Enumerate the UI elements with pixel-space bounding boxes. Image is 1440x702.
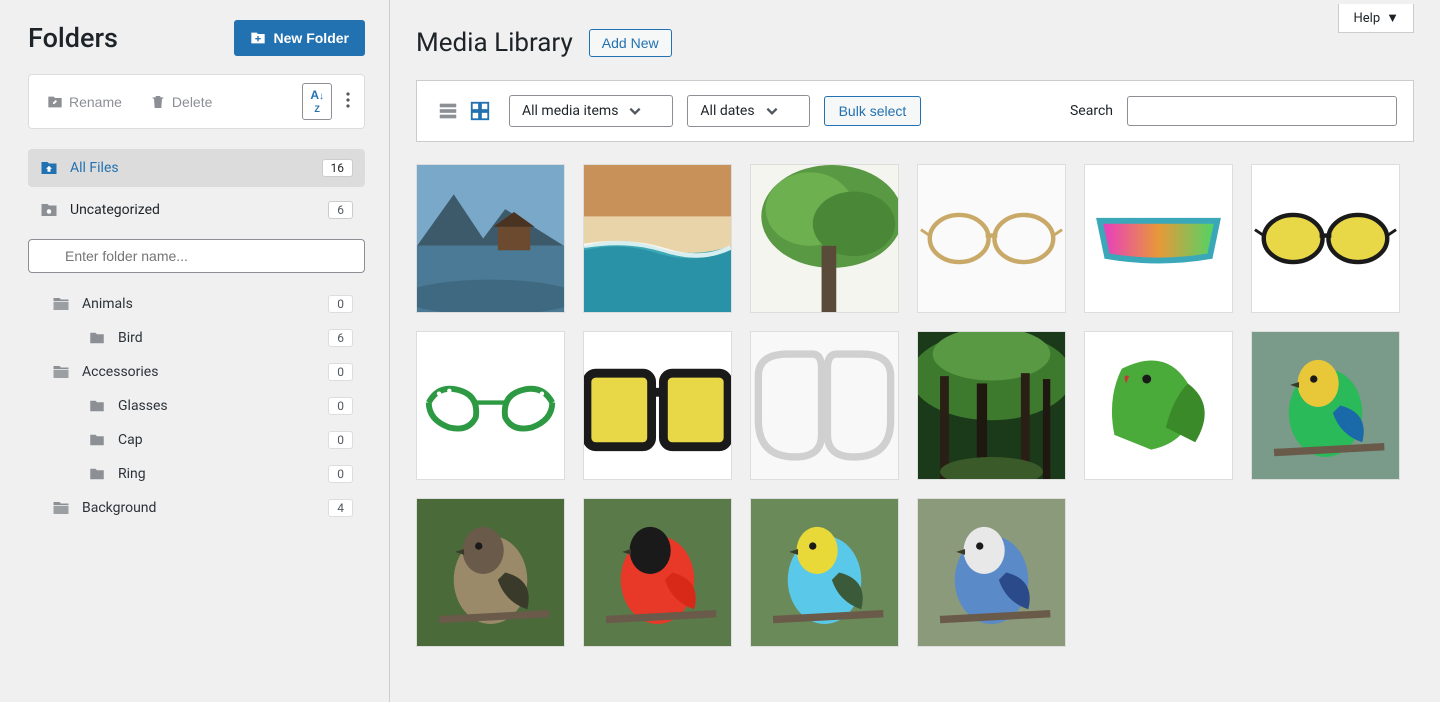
tree-count: 0 (328, 465, 353, 483)
tree-count: 0 (328, 363, 353, 381)
chevron-down-icon (628, 104, 642, 118)
media-item-lake-cabin[interactable] (416, 164, 565, 313)
help-tab[interactable]: Help ▼ (1338, 4, 1414, 33)
filter-bar: All media items All dates Bulk select Se… (416, 80, 1414, 142)
tree-label: Cap (118, 432, 316, 448)
subfolder-icon (88, 397, 106, 415)
tree-item-bird[interactable]: Bird 6 (28, 321, 365, 355)
delete-label: Delete (172, 94, 212, 110)
main-content: Help ▼ Media Library Add New All media i… (390, 0, 1440, 702)
folder-icon (52, 499, 70, 517)
media-item-scarlet-tanager[interactable] (583, 498, 732, 647)
tree-count: 0 (328, 295, 353, 313)
media-item-sport-shades[interactable] (1084, 164, 1233, 313)
tree-item-glasses[interactable]: Glasses 0 (28, 389, 365, 423)
grid-icon (469, 100, 491, 122)
media-type-filter[interactable]: All media items (509, 95, 673, 127)
folder-alert-icon (40, 201, 58, 219)
tree-item-cap[interactable]: Cap 0 (28, 423, 365, 457)
media-item-beach-aerial[interactable] (583, 164, 732, 313)
folder-all-files[interactable]: All Files 16 (28, 149, 365, 187)
media-item-forest-path[interactable] (917, 331, 1066, 480)
rename-label: Rename (69, 94, 122, 110)
date-filter-label: All dates (700, 103, 754, 119)
date-filter[interactable]: All dates (687, 95, 809, 127)
subfolder-icon (88, 465, 106, 483)
folders-sidebar: Folders New Folder Rename Delete A↓Z All… (0, 0, 390, 702)
add-new-button[interactable]: Add New (589, 29, 672, 57)
more-button[interactable] (340, 88, 356, 115)
media-item-green-cateye-glasses[interactable] (416, 331, 565, 480)
tree-label: Background (82, 500, 316, 516)
list-view-button[interactable] (433, 96, 463, 126)
search-label: Search (1070, 103, 1113, 119)
folder-count: 6 (328, 201, 353, 219)
delete-button[interactable]: Delete (140, 88, 222, 116)
folder-uncategorized[interactable]: Uncategorized 6 (28, 191, 365, 229)
tree-count: 0 (328, 397, 353, 415)
rename-icon (47, 94, 63, 110)
media-item-clear-glasses[interactable] (750, 331, 899, 480)
media-item-round-glasses[interactable] (917, 164, 1066, 313)
tree-label: Accessories (82, 364, 316, 380)
tree-item-background[interactable]: Background 4 (28, 491, 365, 525)
subfolder-icon (88, 329, 106, 347)
folder-search-input[interactable] (28, 239, 365, 273)
grid-view-button[interactable] (465, 96, 495, 126)
search-input[interactable] (1127, 96, 1397, 126)
media-item-budgie[interactable] (750, 498, 899, 647)
tree-item-ring[interactable]: Ring 0 (28, 457, 365, 491)
folder-plus-icon (250, 30, 266, 46)
trash-icon (150, 94, 166, 110)
folder-count: 16 (322, 159, 354, 177)
folder-search-wrap (28, 233, 365, 287)
chevron-down-icon: ▼ (1386, 10, 1399, 26)
media-item-yellow-square-glasses[interactable] (583, 331, 732, 480)
media-filter-label: All media items (522, 103, 618, 119)
media-grid (416, 164, 1414, 647)
tree-label: Ring (118, 466, 316, 482)
tree-count: 4 (328, 499, 353, 517)
tree-item-animals[interactable]: Animals 0 (28, 287, 365, 321)
folder-label: Uncategorized (70, 202, 316, 218)
tree-label: Animals (82, 296, 316, 312)
chevron-down-icon (765, 104, 779, 118)
home-folder-icon (40, 159, 58, 177)
sidebar-header: Folders New Folder (28, 20, 365, 56)
help-label: Help (1353, 11, 1380, 26)
tree-label: Bird (118, 330, 316, 346)
tree-item-accessories[interactable]: Accessories 0 (28, 355, 365, 389)
rename-button[interactable]: Rename (37, 88, 132, 116)
media-item-sparrow[interactable] (416, 498, 565, 647)
sort-button[interactable]: A↓Z (302, 83, 332, 120)
page-header: Media Library Add New (416, 28, 1414, 58)
new-folder-label: New Folder (274, 30, 349, 46)
subfolder-icon (88, 431, 106, 449)
folder-icon (52, 295, 70, 313)
folder-label: All Files (70, 160, 310, 176)
page-title: Media Library (416, 28, 573, 58)
sidebar-title: Folders (28, 22, 118, 54)
view-toggle (433, 96, 495, 126)
tree-count: 6 (328, 329, 353, 347)
media-item-green-tanager[interactable] (1251, 331, 1400, 480)
bulk-select-button[interactable]: Bulk select (824, 96, 922, 126)
media-item-yellow-oval-glasses[interactable] (1251, 164, 1400, 313)
list-icon (437, 100, 459, 122)
tree-label: Glasses (118, 398, 316, 414)
tree-count: 0 (328, 431, 353, 449)
media-item-tree-canopy[interactable] (750, 164, 899, 313)
more-vertical-icon (346, 92, 350, 108)
media-item-green-parrot[interactable] (1084, 331, 1233, 480)
folder-toolbar: Rename Delete A↓Z (28, 74, 365, 129)
folder-icon (52, 363, 70, 381)
new-folder-button[interactable]: New Folder (234, 20, 365, 56)
media-item-blue-jay[interactable] (917, 498, 1066, 647)
